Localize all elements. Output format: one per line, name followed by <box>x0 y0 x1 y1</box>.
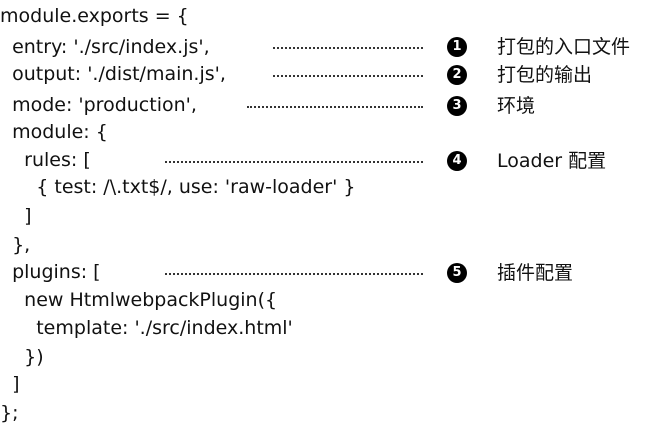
number-badge: 2 <box>447 65 467 85</box>
dotted-leader-line <box>273 75 423 77</box>
code-line: entry: './src/index.js', <box>0 36 210 58</box>
number-badge: 3 <box>447 96 467 116</box>
dotted-leader-line <box>165 161 423 163</box>
code-line: output: './dist/main.js', <box>0 63 226 85</box>
code-line: module: { <box>0 121 108 143</box>
annotation-label: 环境 <box>497 95 536 117</box>
annotation-label: 打包的入口文件 <box>497 36 631 58</box>
code-line: ] <box>0 373 20 395</box>
annotation-label: Loader 配置 <box>497 150 607 172</box>
number-badge: 4 <box>447 151 467 171</box>
code-line: }) <box>0 346 44 368</box>
annotation-label: 打包的输出 <box>497 64 593 86</box>
number-badge: 5 <box>447 263 467 283</box>
annotation-label: 插件配置 <box>497 262 574 284</box>
code-line: module.exports = { <box>0 5 189 27</box>
code-line: { test: /\.txt$/, use: 'raw-loader' } <box>0 176 356 198</box>
code-line: template: './src/index.html' <box>0 317 293 339</box>
code-line: }; <box>0 402 19 424</box>
number-badge: 1 <box>447 37 467 57</box>
code-line: }, <box>0 234 31 256</box>
code-line: new HtmlwebpackPlugin({ <box>0 289 278 311</box>
dotted-leader-line <box>247 106 423 108</box>
dotted-leader-line <box>273 47 423 49</box>
code-line: plugins: [ <box>0 261 101 283</box>
dotted-leader-line <box>165 273 423 275</box>
code-line: rules: [ <box>0 149 91 171</box>
code-line: ] <box>0 205 32 227</box>
webpack-config-figure: module.exports = { entry: './src/index.j… <box>0 0 667 439</box>
code-line: mode: 'production', <box>0 94 197 116</box>
